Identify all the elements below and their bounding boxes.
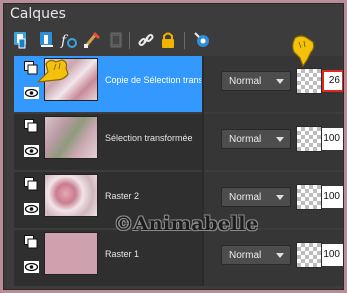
link-icon[interactable] (136, 29, 156, 51)
blend-mode-value: Normal (229, 76, 262, 87)
panel-title: Calques (10, 6, 66, 22)
pointing-hand-icon (32, 54, 72, 91)
layer-row-main[interactable]: Raster 1 (14, 230, 202, 286)
toolbar-separator (184, 32, 185, 49)
eye-icon[interactable] (24, 144, 39, 157)
layer-controls: Normal 100 (204, 230, 343, 286)
layer-thumbnail (44, 116, 98, 159)
opacity-input[interactable]: 100 (322, 244, 343, 266)
opacity-input[interactable]: 100 (322, 186, 343, 208)
new-vector-layer-icon[interactable] (37, 29, 57, 51)
blend-mode-value: Normal (229, 192, 262, 203)
layers-panel: Calques f Copie de Sélection tran Normal… (3, 3, 344, 290)
layer-row-raster-1[interactable]: Raster 1 Normal 100 (14, 230, 343, 286)
watermark-text: ©Animabelle (114, 213, 259, 235)
toolbar-separator (129, 32, 130, 49)
blend-mode-dropdown[interactable]: Normal (221, 71, 291, 91)
blend-mode-dropdown[interactable]: Normal (221, 187, 291, 207)
blend-mode-dropdown[interactable]: Normal (221, 129, 291, 149)
blend-mode-value: Normal (229, 250, 262, 261)
group-icon[interactable] (192, 29, 212, 51)
layer-controls: Normal 26 (204, 56, 343, 112)
layer-name[interactable]: Raster 2 (105, 191, 201, 201)
layer-controls: Normal 100 (204, 114, 343, 170)
new-raster-layer-icon[interactable] (12, 29, 32, 51)
edit-brush-icon[interactable] (82, 29, 102, 51)
lock-icon[interactable] (158, 29, 178, 51)
blend-mode-value: Normal (229, 134, 262, 145)
chevron-down-icon (276, 137, 284, 142)
pointing-hand-icon (289, 34, 317, 73)
layer-visibility-group-icon[interactable] (24, 119, 38, 133)
eye-icon[interactable] (24, 260, 39, 273)
layer-visibility-group-icon[interactable] (24, 235, 38, 249)
layer-thumbnail (44, 174, 98, 217)
layer-row-selection-transformee[interactable]: Sélection transformée Normal 100 (14, 114, 343, 170)
opacity-input[interactable]: 100 (322, 128, 343, 150)
layer-name[interactable]: Raster 1 (105, 249, 201, 259)
layer-name[interactable]: Copie de Sélection transformée (105, 75, 201, 85)
blend-mode-dropdown[interactable]: Normal (221, 245, 291, 265)
opacity-swatch[interactable] (296, 184, 322, 210)
chevron-down-icon (276, 195, 284, 200)
layer-name[interactable]: Sélection transformée (105, 133, 201, 143)
fx-effects-icon[interactable]: f (60, 29, 80, 51)
opacity-swatch[interactable] (296, 126, 322, 152)
eye-icon[interactable] (24, 202, 39, 215)
layer-visibility-group-icon[interactable] (24, 177, 38, 191)
opacity-input[interactable]: 26 (322, 70, 343, 92)
layer-row-main[interactable]: Sélection transformée (14, 114, 202, 170)
chevron-down-icon (276, 79, 284, 84)
mask-icon[interactable] (106, 29, 126, 51)
layer-thumbnail (44, 232, 98, 275)
chevron-down-icon (276, 253, 284, 258)
opacity-swatch[interactable] (296, 242, 322, 268)
